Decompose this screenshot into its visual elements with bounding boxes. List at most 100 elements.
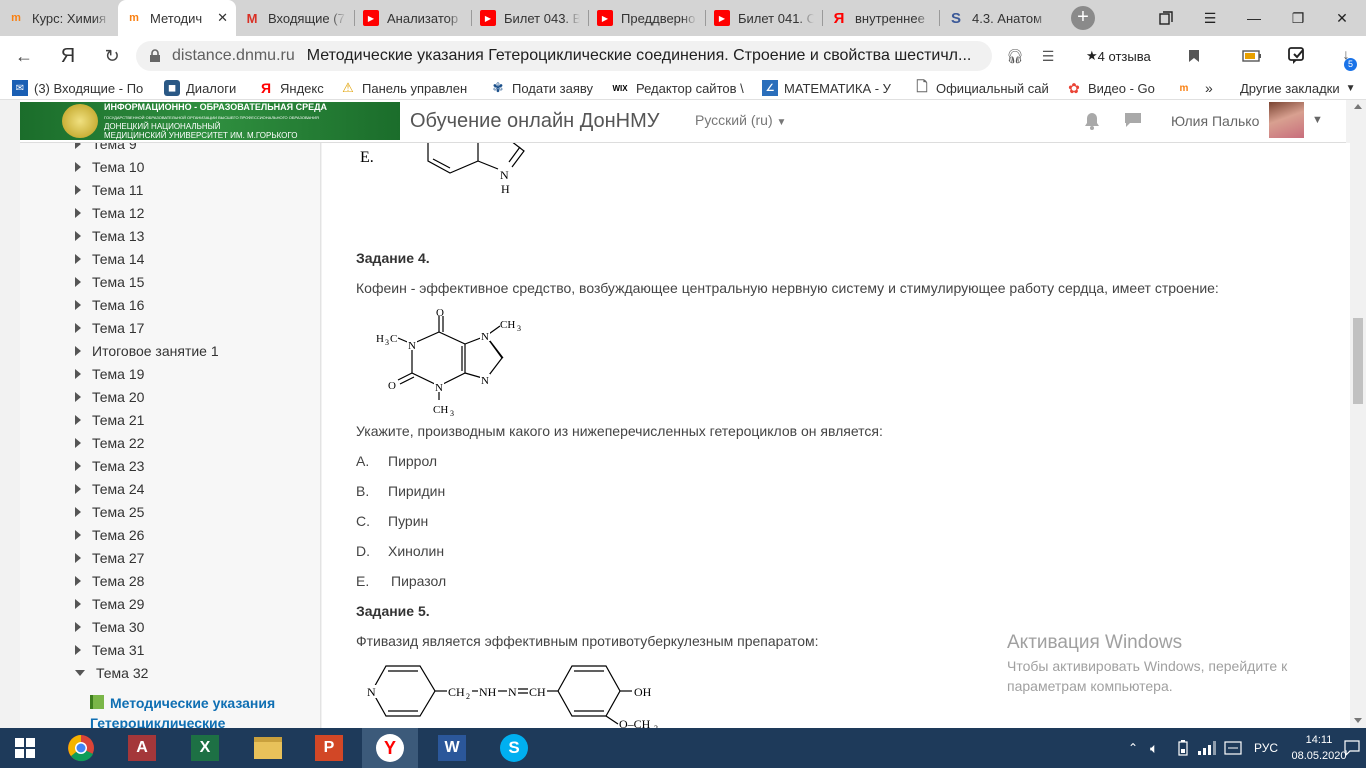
sidebar-item-tema-14[interactable]: Тема 14 xyxy=(75,249,144,269)
tab-analizator[interactable]: ▶ Анализатор xyxy=(355,0,471,36)
sidebar-item-tema-31[interactable]: Тема 31 xyxy=(75,640,144,660)
reader-icon[interactable]: ☰ xyxy=(1038,46,1058,66)
sidebar-item-tema-21[interactable]: Тема 21 xyxy=(75,410,144,430)
sidebar-item-tema-28[interactable]: Тема 28 xyxy=(75,571,144,591)
tab-bilet-043[interactable]: ▶ Билет 043. В xyxy=(472,0,588,36)
task5-title: Задание 5. xyxy=(356,603,430,619)
ime-icon[interactable] xyxy=(1224,728,1242,768)
sidebar-item-tema-25[interactable]: Тема 25 xyxy=(75,502,144,522)
tab-anatomiya[interactable]: S 4.3. Анатом xyxy=(940,0,1058,36)
tab-inbox[interactable]: M Входящие (7 xyxy=(236,0,354,36)
messages-icon[interactable] xyxy=(1124,112,1144,132)
volume-icon[interactable]: 🔈︎ xyxy=(1150,728,1158,768)
taskbar-access[interactable]: A xyxy=(114,728,170,768)
bookmark-official[interactable]: 🗋 Официальный сай xyxy=(914,79,1048,97)
taskbar-excel[interactable]: X xyxy=(177,728,233,768)
bookmark-wix[interactable]: WIX Редактор сайтов \ xyxy=(610,79,750,97)
battery-icon[interactable] xyxy=(1242,46,1262,66)
menu-icon[interactable]: ☰ xyxy=(1188,0,1232,36)
sidebar-item-tema-9[interactable]: Тема 9 xyxy=(75,143,137,154)
reload-icon[interactable]: ↻ xyxy=(100,44,124,68)
sidebar-item-tema-19[interactable]: Тема 19 xyxy=(75,364,144,384)
taskbar-explorer[interactable] xyxy=(240,728,296,768)
sidebar-item-tema-27[interactable]: Тема 27 xyxy=(75,548,144,568)
site-header: ИНФОРМАЦИОННО - ОБРАЗОВАТЕЛЬНАЯ СРЕДА ГО… xyxy=(20,100,1346,143)
taskbar-yandex-browser[interactable]: Y xyxy=(362,728,418,768)
restore-icon[interactable]: ❐ xyxy=(1276,0,1320,36)
sidebar-item-tema-16[interactable]: Тема 16 xyxy=(75,295,144,315)
user-name[interactable]: Юлия Палько xyxy=(1171,113,1259,129)
close-window-icon[interactable]: ✕ xyxy=(1320,0,1364,36)
sidebar-item-tema-26[interactable]: Тема 26 xyxy=(75,525,144,545)
back-icon[interactable]: ← xyxy=(12,44,36,68)
extension-icon[interactable] xyxy=(1288,46,1308,66)
site-name[interactable]: Обучение онлайн ДонНМУ xyxy=(410,110,660,133)
taskbar-chrome[interactable] xyxy=(53,728,109,768)
tray-expand-icon[interactable]: ⌃ xyxy=(1128,728,1138,768)
sidebar-item-itogovoe[interactable]: Итоговое занятие 1 xyxy=(75,341,219,361)
sidebar-item-tema-22[interactable]: Тема 22 xyxy=(75,433,144,453)
bookmark-matematika[interactable]: ∠ МАТЕМАТИКА - У xyxy=(762,79,898,97)
sidebar-item-tema-20[interactable]: Тема 20 xyxy=(75,387,144,407)
more-bookmarks-icon[interactable]: » xyxy=(1205,79,1219,97)
close-tab-icon[interactable]: ✕ xyxy=(217,10,228,26)
yandex-home-icon[interactable]: Я xyxy=(56,44,80,68)
signal-icon[interactable] xyxy=(1198,728,1216,768)
university-logo[interactable]: ИНФОРМАЦИОННО - ОБРАЗОВАТЕЛЬНАЯ СРЕДА ГО… xyxy=(20,102,400,140)
battery-tray-icon[interactable] xyxy=(1178,728,1188,768)
taskbar-word[interactable]: W xyxy=(424,728,480,768)
reviews-button[interactable]: ★ 4 отзыва xyxy=(1086,42,1151,70)
sidebar-item-tema-11[interactable]: Тема 11 xyxy=(75,180,143,200)
other-bookmarks[interactable]: Другие закладки ▼ xyxy=(1240,79,1356,97)
page-scrollbar[interactable] xyxy=(1350,100,1366,728)
tab-kurs-himiya[interactable]: m Курс: Химия xyxy=(0,0,118,36)
scrollbar-thumb[interactable] xyxy=(1353,318,1363,404)
photos-icon: ✿ xyxy=(1068,79,1080,96)
minimize-icon[interactable]: — xyxy=(1232,0,1276,36)
scroll-up-icon[interactable] xyxy=(1354,104,1362,109)
notifications-icon[interactable] xyxy=(1084,112,1104,132)
sidebar-item-tema-13[interactable]: Тема 13 xyxy=(75,226,144,246)
tab-metodich[interactable]: m Методич ✕ xyxy=(118,0,236,36)
start-button[interactable] xyxy=(0,728,50,768)
sidebar-item-tema-23[interactable]: Тема 23 xyxy=(75,456,144,476)
sidebar-item-tema-24[interactable]: Тема 24 xyxy=(75,479,144,499)
scroll-down-icon[interactable] xyxy=(1354,718,1362,723)
clock[interactable]: 14:11 08.05.2020 xyxy=(1286,732,1352,764)
bookmark-yandex[interactable]: Я Яндекс xyxy=(258,79,328,97)
sidebar-active-page[interactable]: Методические указания Гетероциклические xyxy=(90,693,310,728)
svg-text:CH: CH xyxy=(433,404,448,416)
sidebar-item-tema-12[interactable]: Тема 12 xyxy=(75,203,144,223)
avatar[interactable] xyxy=(1269,102,1304,138)
bookmark-podati[interactable]: ✾ Подати заяву xyxy=(490,79,600,97)
bookmark-video[interactable]: ✿ Видео - Go xyxy=(1066,79,1160,97)
tab-bilet-041[interactable]: ▶ Билет 041. С xyxy=(706,0,822,36)
tab-search-icon[interactable] xyxy=(1144,0,1188,36)
taskbar-powerpoint[interactable]: P xyxy=(301,728,357,768)
sidebar-item-tema-30[interactable]: Тема 30 xyxy=(75,617,144,637)
new-tab-button[interactable]: + xyxy=(1071,6,1095,30)
bookmark-dialogi[interactable]: ◼ Диалоги xyxy=(164,79,244,97)
input-language[interactable]: РУС xyxy=(1254,728,1278,768)
bookmark-panel[interactable]: ⚠ Панель управлен xyxy=(340,79,472,97)
action-center-icon[interactable] xyxy=(1344,728,1360,768)
sidebar-item-tema-29[interactable]: Тема 29 xyxy=(75,594,144,614)
user-menu-caret-icon[interactable]: ▼ xyxy=(1312,114,1323,126)
bookmark-inbox[interactable]: ✉ (3) Входящие - По xyxy=(12,79,152,97)
url-field[interactable]: distance.dnmu.ru Методические указания Г… xyxy=(136,41,992,71)
sidebar-item-tema-32[interactable]: Тема 32 xyxy=(75,663,148,683)
tab-vnutrennee[interactable]: Я внутреннее xyxy=(823,0,939,36)
svg-text:N: N xyxy=(500,168,509,182)
access-icon: A xyxy=(128,735,156,761)
bookmark-icon[interactable] xyxy=(1184,46,1204,66)
tab-preddverno[interactable]: ▶ Преддверно xyxy=(589,0,705,36)
sidebar-item-tema-10[interactable]: Тема 10 xyxy=(75,157,144,177)
language-menu[interactable]: Русский (ru) ▼ xyxy=(695,112,786,128)
word-icon: W xyxy=(438,735,466,761)
bookmark-moodle[interactable]: m xyxy=(1176,79,1194,97)
url-page-title: Методические указания Гетероциклические … xyxy=(306,47,972,64)
taskbar-skype[interactable]: S xyxy=(486,728,542,768)
sidebar-item-tema-15[interactable]: Тема 15 xyxy=(75,272,144,292)
headphones-icon[interactable]: 🎧︎ xyxy=(1005,46,1025,66)
sidebar-item-tema-17[interactable]: Тема 17 xyxy=(75,318,144,338)
